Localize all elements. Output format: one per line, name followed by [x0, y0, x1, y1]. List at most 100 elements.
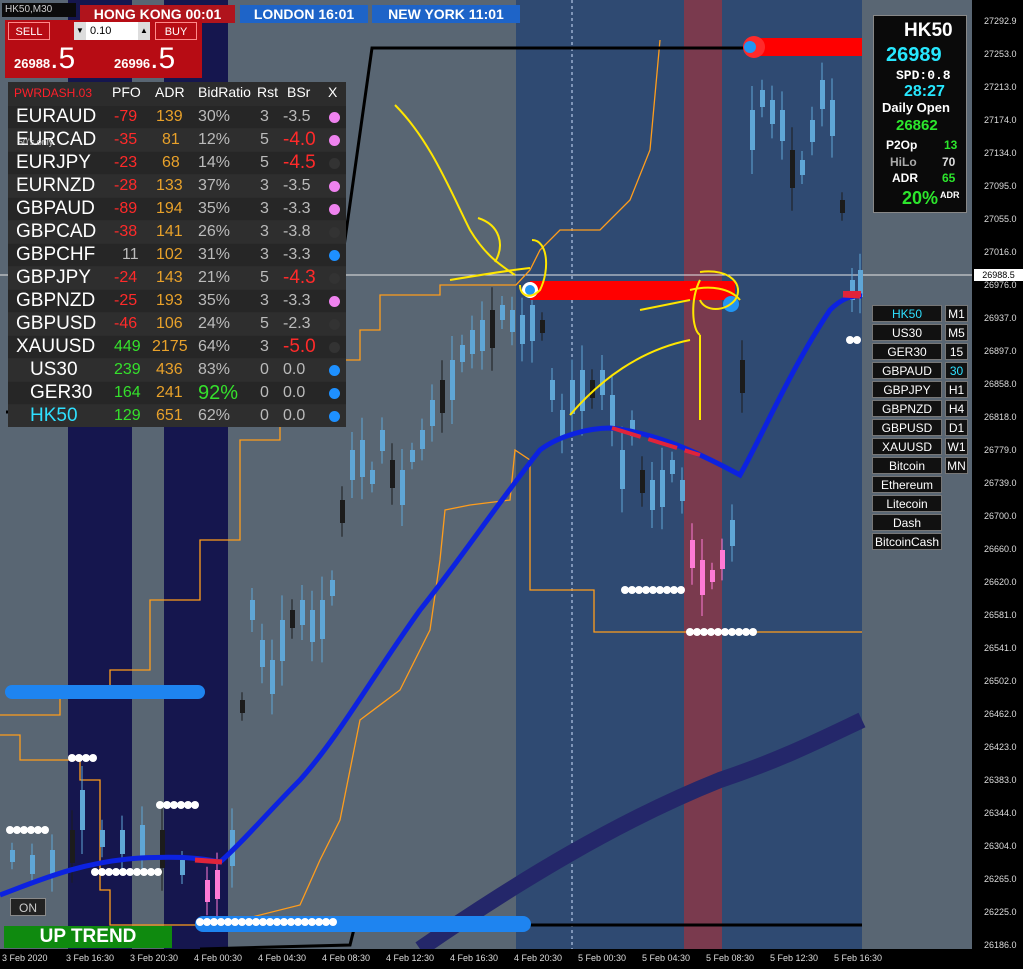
candle-body	[500, 305, 505, 320]
symbol-button[interactable]: BitcoinCash	[872, 533, 942, 550]
candle-body	[410, 450, 415, 462]
pair-name[interactable]: XAUUSD	[16, 336, 95, 358]
sell-button[interactable]: SELL	[8, 22, 50, 40]
symbol-button[interactable]: Bitcoin	[872, 457, 942, 474]
signal-dot	[329, 918, 337, 926]
lot-decrease-icon[interactable]: ▼	[74, 22, 86, 40]
adr-percent-suffix: ADR	[940, 190, 960, 200]
pair-name[interactable]: GBPNZD	[16, 290, 95, 312]
pair-name[interactable]: GER30	[30, 382, 92, 404]
signal-dot	[693, 628, 701, 636]
symbol-button[interactable]: GBPUSD	[872, 419, 942, 436]
candle-body	[730, 520, 735, 546]
signal-dot	[707, 628, 715, 636]
price-tick-label: 26897.0	[984, 346, 1017, 356]
signal-dot	[112, 868, 120, 876]
price-tick-label: 26700.0	[984, 511, 1017, 521]
resistance-bar-top	[756, 38, 862, 56]
pair-name[interactable]: HK50	[30, 405, 78, 427]
signal-dot-icon	[329, 158, 340, 169]
pfo-value: -38	[114, 223, 138, 240]
symbol-button[interactable]: Ethereum	[872, 476, 942, 493]
timeframe-button[interactable]: H4	[945, 400, 968, 417]
candle-body	[720, 550, 725, 569]
adr-value: 194	[156, 200, 183, 217]
buy-button[interactable]: BUY	[155, 22, 197, 40]
price-tick-label: 26265.0	[984, 874, 1017, 884]
bid-price[interactable]: 26988.5	[14, 44, 75, 74]
signal-dot	[105, 868, 113, 876]
symbol-button[interactable]: Litecoin	[872, 495, 942, 512]
ask-price[interactable]: 26996.5	[114, 44, 175, 74]
timeframe-button[interactable]: 30	[945, 362, 968, 379]
info-spread: SPD:0.8	[896, 68, 951, 83]
timeframe-button[interactable]: M1	[945, 305, 968, 322]
info-price: 26989	[886, 44, 942, 66]
pfo-value: -28	[114, 177, 138, 194]
symbol-button[interactable]: GBPNZD	[872, 400, 942, 417]
pair-name[interactable]: GBPAUD	[16, 198, 95, 220]
candle-body	[205, 880, 210, 902]
signal-dot	[156, 801, 164, 809]
signal-dot-icon	[329, 227, 340, 238]
signal-dot-icon	[329, 181, 340, 192]
pair-name[interactable]: GBPUSD	[16, 313, 96, 335]
rst-value: 3	[260, 246, 269, 263]
bsr-value: -3.5	[283, 108, 311, 125]
signal-dot-icon	[329, 112, 340, 123]
pair-name[interactable]: GBPCAD	[16, 221, 96, 243]
candle-body	[520, 315, 525, 344]
bidratio-value: 31%	[198, 246, 231, 263]
bidratio-value: 64%	[198, 338, 231, 355]
signal-dot	[203, 918, 211, 926]
pair-name[interactable]: EURNZD	[16, 175, 95, 197]
newyork-session-band	[684, 0, 722, 949]
price-tick-label: 26858.0	[984, 379, 1017, 389]
symbol-button[interactable]: GER30	[872, 343, 942, 360]
pfo-value: -79	[114, 108, 138, 125]
bidratio-value: 21%	[198, 269, 231, 286]
timeframe-button[interactable]: D1	[945, 419, 968, 436]
col-rst: Rst	[257, 84, 278, 100]
signal-dot	[259, 918, 267, 926]
candle-body	[480, 320, 485, 351]
pair-name[interactable]: US30	[30, 359, 78, 381]
timeframe-button[interactable]: H1	[945, 381, 968, 398]
candle-body	[540, 320, 545, 333]
time-tick-label: 3 Feb 20:30	[130, 953, 179, 963]
time-tick-label: 3 Feb 16:30	[66, 953, 115, 963]
bsr-value: -3.3	[283, 246, 311, 263]
timeframe-button[interactable]: 15	[945, 343, 968, 360]
signal-dot	[315, 918, 323, 926]
rst-value: 5	[260, 131, 269, 148]
pair-name[interactable]: EURJPY	[16, 152, 91, 174]
lot-increase-icon[interactable]: ▲	[138, 22, 150, 40]
signal-dot	[191, 801, 199, 809]
timeframe-button[interactable]: MN	[945, 457, 968, 474]
candle-body	[560, 410, 565, 437]
pair-name[interactable]: GBPCHF	[16, 244, 95, 266]
symbol-button[interactable]: US30	[872, 324, 942, 341]
pair-name[interactable]: GBPJPY	[16, 267, 91, 289]
rst-value: 0	[260, 361, 269, 378]
on-toggle-button[interactable]: ON	[10, 898, 46, 916]
symbol-button[interactable]: Dash	[872, 514, 942, 531]
timeframe-button[interactable]: M5	[945, 324, 968, 341]
pfo-value: -89	[114, 200, 138, 217]
support-bar-1	[5, 685, 205, 699]
signal-dot-icon	[329, 135, 340, 146]
timeframe-button[interactable]: W1	[945, 438, 968, 455]
candle-body	[420, 430, 425, 449]
symbol-button[interactable]: GBPJPY	[872, 381, 942, 398]
col-close[interactable]: X	[328, 84, 337, 100]
candle-body	[530, 305, 535, 341]
rst-value: 3	[260, 108, 269, 125]
bidratio-value: 83%	[198, 361, 231, 378]
symbol-button[interactable]: GBPAUD	[872, 362, 942, 379]
symbol-button[interactable]: XAUUSD	[872, 438, 942, 455]
symbol-button[interactable]: HK50	[872, 305, 942, 322]
pair-name[interactable]: EURAUD	[16, 106, 96, 128]
signal-dot	[742, 628, 750, 636]
price-tick-label: 26383.0	[984, 775, 1017, 785]
signal-dot	[91, 868, 99, 876]
